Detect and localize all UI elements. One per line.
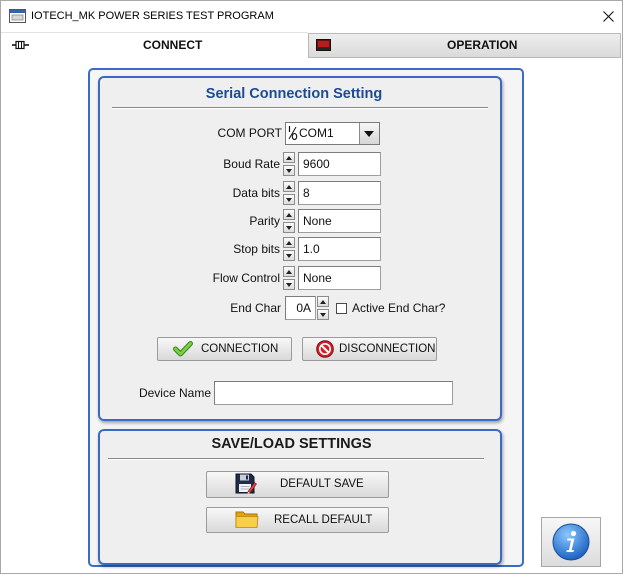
arrow-down-icon [286,226,292,230]
recall-default-button[interactable]: RECALL DEFAULT [206,507,389,533]
window-title: IOTECH_MK POWER SERIES TEST PROGRAM [31,10,274,22]
title-bar: IOTECH_MK POWER SERIES TEST PROGRAM [0,0,623,32]
parity-increment-button[interactable] [283,209,295,220]
stop-bits-decrement-button[interactable] [283,250,295,261]
parity-decrement-button[interactable] [283,222,295,233]
chevron-down-icon [364,131,374,137]
connect-panel: Serial Connection Setting COM PORT COM1 [88,68,524,567]
data-bits-decrement-button[interactable] [283,194,295,205]
end-char-decrement-button[interactable] [317,309,329,320]
end-char-increment-button[interactable] [317,296,329,307]
com-port-value: COM1 [299,126,334,140]
stop-bits-field[interactable]: 1.0 [298,237,381,261]
data-bits-field[interactable]: 8 [298,181,381,205]
flow-control-increment-button[interactable] [283,266,295,277]
connect-tab-page: Serial Connection Setting COM PORT COM1 [1,58,622,573]
arrow-down-icon [286,283,292,287]
device-name-label: Device Name [138,386,211,400]
arrow-up-icon [286,185,292,189]
data-bits-increment-button[interactable] [283,181,295,192]
app-window-icon [9,9,26,23]
save-load-divider [108,458,484,460]
info-icon [551,522,591,562]
tab-connect-label: CONNECT [143,38,203,52]
arrow-down-icon [286,254,292,258]
stop-icon [316,340,334,358]
recall-default-button-label: RECALL DEFAULT [274,514,373,526]
tab-connect[interactable]: CONNECT [1,32,308,59]
baud-rate-field[interactable]: 9600 [298,152,381,176]
parity-spinner [283,209,295,233]
arrow-up-icon [286,241,292,245]
info-button[interactable] [541,517,601,567]
baud-rate-label: Boud Rate [223,157,280,171]
io-icon [287,125,298,141]
active-end-char-checkbox[interactable] [336,303,347,314]
arrow-up-icon [286,156,292,160]
default-save-button[interactable]: DEFAULT SAVE [206,471,389,498]
save-load-group: SAVE/LOAD SETTINGS DEFAULT SAVE RECALL D… [98,429,502,565]
flow-control-decrement-button[interactable] [283,279,295,290]
serial-divider [112,107,488,109]
baud-rate-spinner [283,152,295,176]
arrow-down-icon [320,313,326,317]
default-save-button-label: DEFAULT SAVE [280,478,364,490]
floppy-disk-icon [235,473,257,494]
close-button[interactable] [595,1,622,31]
parity-field[interactable]: None [298,209,381,233]
close-icon [603,11,614,22]
baud-rate-increment-button[interactable] [283,152,295,163]
end-char-label: End Char [230,301,281,315]
flow-control-field[interactable]: None [298,266,381,290]
data-bits-spinner [283,181,295,205]
app-window: IOTECH_MK POWER SERIES TEST PROGRAM CONN… [0,0,623,574]
arrow-down-icon [286,198,292,202]
serial-group-title: Serial Connection Setting [205,86,383,102]
end-char-spinner [317,296,329,320]
com-port-dropdown-button[interactable] [359,123,379,144]
arrow-up-icon [286,213,292,217]
stop-bits-increment-button[interactable] [283,237,295,248]
monitor-icon [316,39,331,51]
stop-bits-label: Stop bits [233,242,280,256]
connection-button-label: CONNECTION [201,343,279,355]
com-port-label: COM PORT [217,126,282,140]
connection-button[interactable]: CONNECTION [157,337,292,361]
arrow-down-icon [286,169,292,173]
disconnection-button[interactable]: DISCONNECTION [302,337,437,361]
tab-operation-label: OPERATION [447,38,518,52]
serial-connection-group: Serial Connection Setting COM PORT COM1 [98,76,502,421]
baud-rate-decrement-button[interactable] [283,165,295,176]
flow-control-spinner [283,266,295,290]
com-port-select[interactable]: COM1 [285,122,380,145]
check-icon [173,341,193,357]
disconnection-button-label: DISCONNECTION [339,343,436,355]
data-bits-label: Data bits [232,186,280,200]
tab-operation[interactable]: OPERATION [308,33,621,58]
stop-bits-spinner [283,237,295,261]
arrow-up-icon [286,270,292,274]
device-name-field[interactable] [214,381,453,405]
folder-icon [235,509,259,529]
active-end-char-label[interactable]: Active End Char? [352,300,445,316]
plug-icon [12,39,29,50]
save-load-group-title: SAVE/LOAD SETTINGS [211,436,372,452]
flow-control-label: Flow Control [212,271,280,285]
arrow-up-icon [320,300,326,304]
parity-label: Parity [249,214,280,228]
end-char-field[interactable]: 0A [285,296,316,320]
